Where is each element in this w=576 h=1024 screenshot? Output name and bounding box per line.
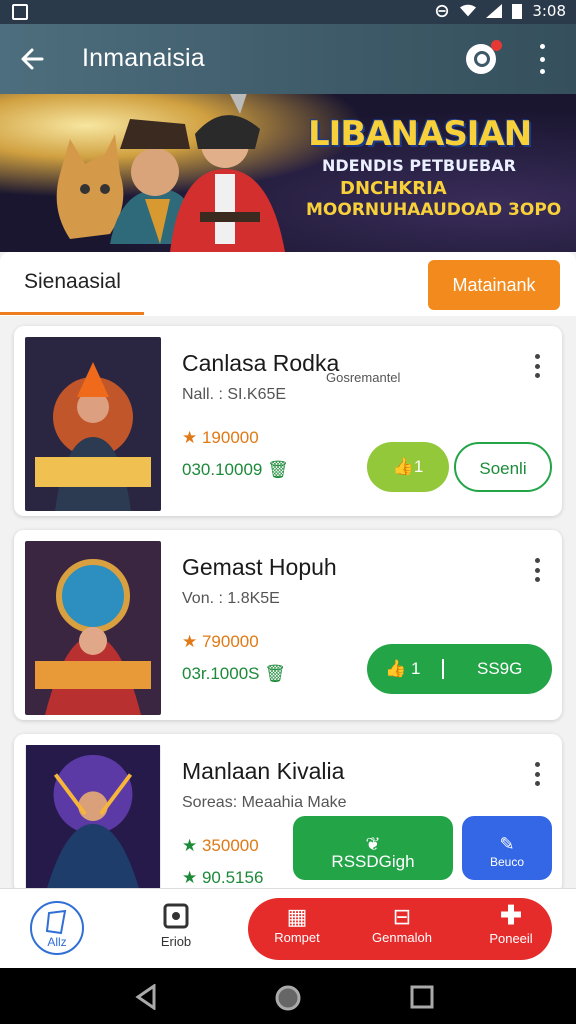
- share-button[interactable]: ✎ Beuco: [462, 816, 552, 880]
- rating-value: 190000: [201, 428, 259, 447]
- game-subtitle: Soreas: Meaahia Make: [182, 794, 347, 811]
- install-button[interactable]: ❦ RSSDGigh: [293, 816, 453, 880]
- star-icon: ★: [182, 836, 202, 855]
- price-value: 030.10009: [182, 460, 263, 479]
- system-nav-bar: [0, 968, 576, 1024]
- game-rating: ★ 790000: [182, 632, 259, 652]
- banner-line-1: NDENDIS PETBUEBAR: [322, 156, 516, 175]
- game-price: 030.10009 🗑: [182, 460, 289, 480]
- price-value: 90.5156: [201, 868, 264, 887]
- game-price: ★ 90.5156: [182, 868, 263, 888]
- nav-item-genmaloh[interactable]: ⊟ Genmaloh: [362, 898, 442, 960]
- signal-icon: [486, 4, 503, 18]
- leaf-icon: ❦: [365, 834, 381, 854]
- tab-underline: [0, 312, 144, 315]
- nav-item-library[interactable]: Eriob: [152, 901, 200, 961]
- game-thumbnail: [25, 337, 161, 511]
- game-rating: ★ 190000: [182, 428, 259, 448]
- card-more-icon[interactable]: [533, 762, 541, 786]
- star-icon: ★: [182, 632, 202, 651]
- game-card[interactable]: Gemast Hopuh Von. : 1.8K5E ★ 790000 03r.…: [14, 530, 562, 720]
- dnd-icon: [436, 4, 449, 18]
- card-more-icon[interactable]: [533, 354, 541, 378]
- back-arrow-icon[interactable]: [16, 42, 50, 76]
- thumb-up-icon: 👍: [392, 457, 414, 476]
- feather-icon: ✎: [499, 834, 515, 854]
- card-more-icon[interactable]: [533, 558, 541, 582]
- game-subtitle: Nall. : SI.K65E: [182, 386, 287, 403]
- game-note: Gosremantel: [326, 370, 401, 385]
- pill-divider: [442, 659, 444, 679]
- bottom-nav: Allz Eriob ▦ Rompet ⊟ Genmaloh ✚ Poneeil: [0, 888, 576, 968]
- plus-icon: ✚: [500, 900, 522, 930]
- frame-icon: [163, 903, 189, 929]
- status-bar: 3:08: [0, 0, 576, 24]
- game-title: Manlaan Kivalia: [182, 758, 345, 784]
- book-icon: [45, 909, 67, 935]
- action-bar: ▦ Rompet ⊟ Genmaloh ✚ Poneeil: [248, 898, 552, 960]
- split-action-button[interactable]: 👍 1 SS9G: [367, 644, 552, 694]
- banner-line-3: MOORNUHAAUDOAD 3OPO: [306, 200, 562, 220]
- game-title: Canlasa Rodka: [182, 350, 340, 376]
- nav-item-home[interactable]: Allz: [30, 901, 84, 955]
- secondary-button[interactable]: Soenli: [454, 442, 552, 492]
- status-icons: 3:08: [434, 2, 566, 20]
- promo-banner[interactable]: LIBANASIAN NDENDIS PETBUEBAR DNCHKRIA MO…: [0, 94, 576, 252]
- game-thumbnail: [25, 745, 161, 893]
- like-button[interactable]: 👍1: [367, 442, 449, 492]
- banner-title: LIBANASIAN: [308, 114, 532, 154]
- overflow-menu-icon[interactable]: [536, 44, 548, 74]
- game-thumbnail: [25, 541, 161, 715]
- notification-icon: [12, 4, 28, 20]
- app-title: Inmanaisia: [82, 44, 205, 72]
- thumb-up-icon: 👍: [385, 659, 407, 678]
- trash-icon[interactable]: 🗑: [267, 460, 289, 479]
- battery-icon: [512, 4, 523, 19]
- game-price: 03r.1000S 🗑: [182, 664, 286, 684]
- rating-value: 350000: [201, 836, 259, 855]
- nav-item-poneeil[interactable]: ✚ Poneeil: [476, 898, 546, 960]
- rating-value: 790000: [201, 632, 259, 651]
- trash-icon[interactable]: 🗑: [264, 664, 286, 683]
- star-icon: ★: [182, 428, 202, 447]
- tab-action-button[interactable]: Matainank: [428, 260, 560, 310]
- game-rating: ★ 350000: [182, 836, 259, 856]
- recents-square-icon[interactable]: [410, 985, 434, 1009]
- tab-bar: Sienaasial Matainank: [0, 252, 576, 316]
- nav-item-rompet[interactable]: ▦ Rompet: [262, 898, 332, 960]
- search-icon[interactable]: [466, 40, 502, 74]
- bag-icon: ⊟: [392, 904, 412, 929]
- game-title: Gemast Hopuh: [182, 554, 337, 580]
- status-time: 3:08: [532, 2, 566, 20]
- game-subtitle: Von. : 1.8K5E: [182, 590, 280, 607]
- wifi-icon: [460, 4, 477, 17]
- game-card[interactable]: Manlaan Kivalia Soreas: Meaahia Make ★ 3…: [14, 734, 562, 894]
- star-icon: ★: [182, 868, 202, 887]
- price-value: 03r.1000S: [182, 664, 260, 683]
- back-triangle-icon[interactable]: [134, 984, 160, 1010]
- home-circle-icon[interactable]: [274, 984, 302, 1012]
- tab-active[interactable]: Sienaasial: [24, 270, 121, 294]
- game-card[interactable]: Canlasa Rodka Gosremantel Nall. : SI.K65…: [14, 326, 562, 516]
- gift-icon: ▦: [286, 904, 308, 929]
- notification-dot: [491, 40, 502, 51]
- app-bar: Inmanaisia: [0, 24, 576, 94]
- banner-line-2: DNCHKRIA: [340, 178, 447, 199]
- banner-characters-illustration: [56, 94, 285, 252]
